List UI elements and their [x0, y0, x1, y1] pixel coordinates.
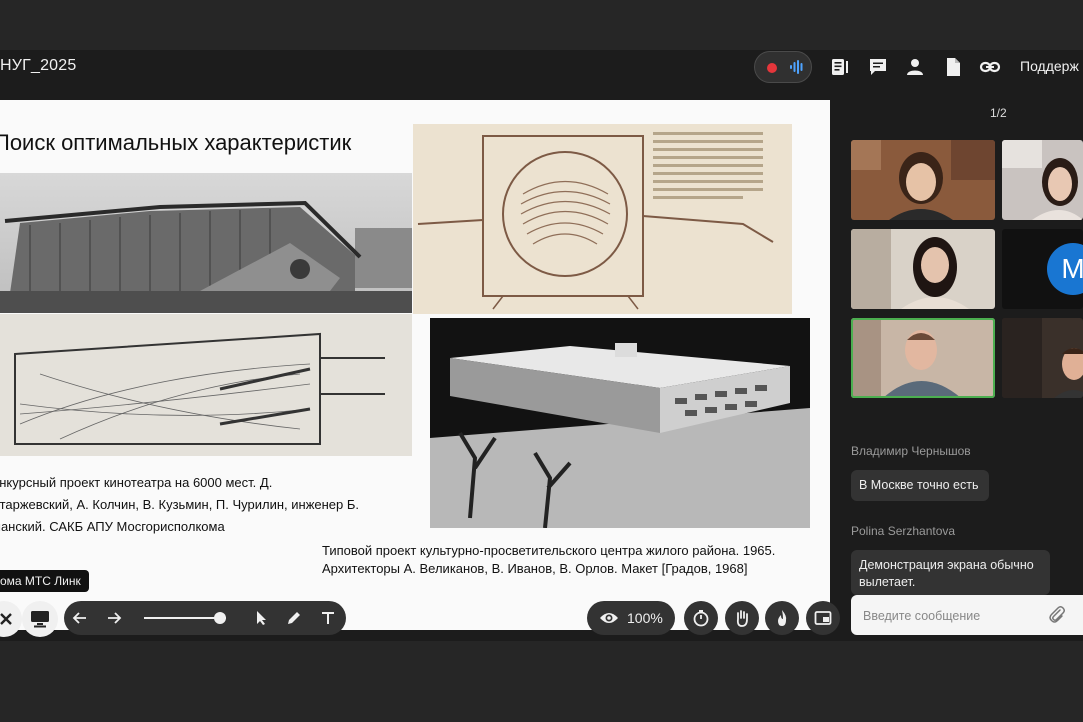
slider-handle[interactable] — [214, 612, 226, 624]
participant-video[interactable] — [851, 229, 995, 309]
zoom-value: 100% — [627, 610, 663, 626]
participant-video-active[interactable] — [851, 318, 995, 398]
participant-avatar-tile[interactable]: M — [1002, 229, 1083, 309]
participant-avatar: M — [1047, 243, 1083, 295]
pencil-icon[interactable] — [286, 610, 302, 626]
participant-video-frame — [851, 229, 995, 309]
caption-culture-center: Типовой проект культурно-просветительско… — [322, 543, 776, 576]
reaction-button[interactable] — [765, 601, 799, 635]
audio-wave-icon — [790, 60, 803, 74]
pointer-icon[interactable] — [253, 610, 269, 626]
caption-cinema: онкурсный проект кинотеатра на 6000 мест… — [0, 475, 360, 534]
stopwatch-icon — [693, 610, 709, 627]
support-link[interactable]: Поддерж — [1020, 58, 1079, 74]
chat-message: В Москве точно есть — [851, 470, 989, 501]
floor-plan-drawing — [413, 124, 792, 314]
arrow-left-icon[interactable] — [72, 610, 88, 626]
picture-in-picture-icon — [814, 611, 832, 625]
file-icon[interactable] — [942, 56, 964, 78]
screen-share-button[interactable] — [22, 601, 58, 637]
stadium-photo — [0, 173, 412, 313]
building-model-photo — [430, 318, 810, 528]
participant-video[interactable] — [851, 140, 995, 220]
participants-page-indicator: 1/2 — [990, 106, 1007, 120]
participant-video-frame — [851, 140, 995, 220]
agenda-icon[interactable] — [829, 56, 851, 78]
participant-video-frame — [1002, 140, 1083, 220]
chat-icon[interactable] — [867, 56, 889, 78]
timer-button[interactable] — [684, 601, 718, 635]
webinar-title: НУГ_2025 — [0, 57, 77, 74]
link-icon[interactable] — [979, 56, 1001, 78]
chat-message: Демонстрация экрана обычно вылетает. — [851, 550, 1050, 595]
message-input-box — [851, 595, 1083, 635]
chat-sender: Polina Serzhantova — [851, 524, 956, 538]
recording-indicator[interactable] — [754, 51, 812, 83]
eye-icon — [600, 613, 618, 623]
text-tool-icon[interactable] — [320, 610, 336, 626]
flame-icon — [778, 610, 787, 626]
chat-sender: Владимир Чернышов — [851, 444, 971, 458]
participant-video[interactable] — [1002, 318, 1083, 398]
presentation-slide: Поиск оптимальных характеристик онкурсны… — [0, 100, 830, 630]
zoom-control[interactable]: 100% — [587, 601, 675, 635]
message-input[interactable] — [861, 605, 1045, 627]
volume-slider[interactable] — [144, 612, 226, 624]
tooltip: ома МТС Линк — [0, 570, 89, 592]
bottom-strip — [0, 641, 1083, 722]
raise-hand-button[interactable] — [725, 601, 759, 635]
hand-icon — [736, 610, 748, 627]
top-strip — [0, 0, 1083, 50]
record-icon — [767, 63, 777, 73]
paperclip-icon[interactable] — [1048, 605, 1066, 625]
monitor-icon — [31, 611, 49, 628]
arrow-right-icon[interactable] — [106, 610, 122, 626]
participant-video-frame — [851, 318, 995, 398]
participant-video[interactable] — [1002, 140, 1083, 220]
layout-button[interactable] — [806, 601, 840, 635]
slide-title: Поиск оптимальных характеристик — [0, 130, 352, 155]
participants-icon[interactable] — [904, 56, 926, 78]
close-icon — [0, 613, 12, 625]
participant-video-frame — [1002, 318, 1083, 398]
section-drawing — [0, 314, 412, 456]
slide-toolbar — [64, 601, 346, 635]
